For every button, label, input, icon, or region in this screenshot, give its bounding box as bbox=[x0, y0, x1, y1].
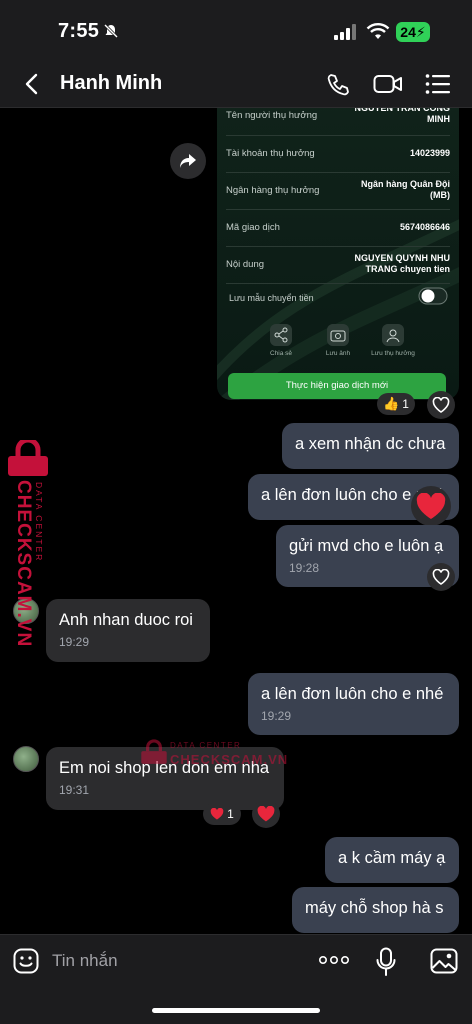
save-image-action: Lưu ảnh bbox=[308, 324, 368, 357]
message-time: 19:29 bbox=[261, 709, 292, 723]
add-reaction-button[interactable] bbox=[427, 563, 455, 591]
message-text: Anh nhan duoc roi bbox=[59, 611, 193, 629]
heart-icon bbox=[210, 808, 224, 820]
save-image-label: Lưu ảnh bbox=[325, 350, 351, 357]
receipt-label: Ngân hàng thụ hưởng bbox=[226, 185, 320, 196]
new-transaction-button: Thực hiện giao dịch mới bbox=[228, 373, 446, 399]
receipt-row-account: Tài khoản thụ hưởng 14023999 bbox=[226, 136, 450, 173]
status-bar: 7:55 24⚡ bbox=[0, 0, 472, 62]
contact-avatar[interactable] bbox=[13, 746, 39, 772]
heart-reaction[interactable] bbox=[411, 486, 451, 526]
message-input[interactable]: Tin nhắn bbox=[52, 951, 118, 971]
add-reaction-button[interactable] bbox=[427, 391, 455, 419]
reaction-count: 1 bbox=[402, 397, 409, 411]
battery-level: 24 bbox=[400, 24, 416, 40]
cell-signal-icon bbox=[334, 24, 356, 40]
image-gallery-icon[interactable] bbox=[430, 948, 458, 974]
menu-list-icon[interactable] bbox=[425, 73, 451, 95]
receipt-value: Ngân hàng Quân Đội (MB) bbox=[361, 179, 450, 200]
microphone-icon[interactable] bbox=[376, 947, 396, 977]
watermark-sub: DATA CENTER bbox=[170, 741, 242, 750]
message-text: gửi mvd cho e luôn ạ bbox=[289, 537, 444, 555]
watermark-side: CHECKSCAM.VN DATA CENTER bbox=[4, 440, 54, 647]
message-outgoing[interactable]: máy chỗ shop hà s bbox=[292, 887, 459, 933]
message-text: a xem nhận dc chưa bbox=[295, 435, 446, 453]
save-beneficiary-label: Lưu thụ hưởng bbox=[371, 350, 415, 357]
message-time: 19:31 bbox=[59, 783, 90, 797]
receipt-label: Nội dung bbox=[226, 259, 265, 270]
share-label: Chia sẻ bbox=[269, 350, 293, 357]
forward-button[interactable] bbox=[170, 143, 206, 179]
lock-icon bbox=[141, 739, 167, 764]
forward-arrow-icon bbox=[180, 154, 196, 168]
battery-indicator: 24⚡ bbox=[396, 22, 430, 42]
heart-icon bbox=[416, 492, 446, 519]
chat-header: Hanh Minh bbox=[0, 62, 472, 108]
receipt-value: NGUYEN TRAN CONG MINH bbox=[354, 108, 450, 124]
watermark-sub: DATA CENTER bbox=[34, 482, 44, 563]
receipt-label: Mã giao dịch bbox=[226, 222, 280, 233]
receipt-row-transaction-id: Mã giao dịch 5674086646 bbox=[226, 210, 450, 247]
message-outgoing[interactable]: a lên đơn luôn cho e nhé 19:29 bbox=[248, 673, 459, 735]
message-outgoing[interactable]: a k cầm máy ạ bbox=[325, 837, 459, 883]
camera-icon bbox=[327, 324, 349, 346]
message-text: a k cầm máy ạ bbox=[338, 849, 446, 867]
watermark-brand: CHECKSCAM.VN bbox=[13, 480, 34, 648]
message-time: 19:29 bbox=[59, 635, 90, 649]
heart-icon bbox=[257, 806, 275, 822]
lock-icon bbox=[8, 440, 48, 476]
home-indicator bbox=[152, 1008, 320, 1013]
phone-call-icon[interactable] bbox=[325, 72, 351, 98]
message-outgoing[interactable]: a xem nhận dc chưa bbox=[282, 423, 459, 469]
back-chevron-icon[interactable] bbox=[22, 72, 42, 96]
save-template-toggle bbox=[418, 287, 448, 305]
heart-outline-icon bbox=[432, 569, 450, 585]
save-beneficiary-action: Lưu thụ hưởng bbox=[363, 324, 423, 357]
receipt-row-bank: Ngân hàng thụ hưởng Ngân hàng Quân Đội (… bbox=[226, 173, 450, 210]
contact-name[interactable]: Hanh Minh bbox=[60, 72, 162, 95]
receipt-row-content: Nội dung NGUYEN QUYNH NHU TRANG chuyen t… bbox=[226, 247, 450, 284]
receipt-row-beneficiary: Tên người thụ hưởng NGUYEN TRAN CONG MIN… bbox=[226, 108, 450, 136]
transfer-receipt-image[interactable]: Tên người thụ hưởng NGUYEN TRAN CONG MIN… bbox=[217, 108, 459, 400]
message-incoming[interactable]: Anh nhan duoc roi 19:29 bbox=[46, 599, 210, 662]
message-time: 19:28 bbox=[289, 561, 320, 575]
share-icon bbox=[270, 324, 292, 346]
heart-reaction-count[interactable]: 1 bbox=[203, 803, 241, 825]
video-call-icon[interactable] bbox=[373, 72, 403, 96]
more-options-icon[interactable] bbox=[318, 950, 350, 970]
heart-outline-icon bbox=[432, 397, 450, 413]
wifi-icon bbox=[366, 23, 390, 39]
thumbs-up-icon: 👍 bbox=[383, 396, 400, 411]
save-template-label: Lưu mẫu chuyển tiền bbox=[229, 293, 314, 303]
share-action: Chia sẻ bbox=[251, 324, 311, 357]
status-time: 7:55 bbox=[58, 20, 100, 42]
thumbs-up-reaction[interactable]: 👍 1 bbox=[377, 393, 415, 415]
reaction-count: 1 bbox=[227, 807, 234, 821]
receipt-label: Tài khoản thụ hưởng bbox=[226, 148, 315, 159]
watermark-brand: CHECKSCAM.VN bbox=[170, 752, 289, 767]
chat-area[interactable]: Tên người thụ hưởng NGUYEN TRAN CONG MIN… bbox=[0, 108, 472, 934]
receipt-value: NGUYEN QUYNH NHU TRANG chuyen tien bbox=[354, 253, 450, 274]
watermark-center: DATA CENTER CHECKSCAM.VN bbox=[140, 736, 310, 772]
receipt-value: 5674086646 bbox=[399, 222, 450, 232]
receipt-value: 14023999 bbox=[409, 148, 450, 158]
heart-reaction-button[interactable] bbox=[252, 800, 280, 828]
emoji-icon[interactable] bbox=[13, 948, 39, 974]
message-text: máy chỗ shop hà s bbox=[305, 899, 444, 917]
user-icon bbox=[382, 324, 404, 346]
message-text: a lên đơn luôn cho e nhé bbox=[261, 685, 444, 703]
receipt-label: Tên người thụ hưởng bbox=[226, 110, 318, 121]
bell-muted-icon bbox=[103, 23, 119, 39]
